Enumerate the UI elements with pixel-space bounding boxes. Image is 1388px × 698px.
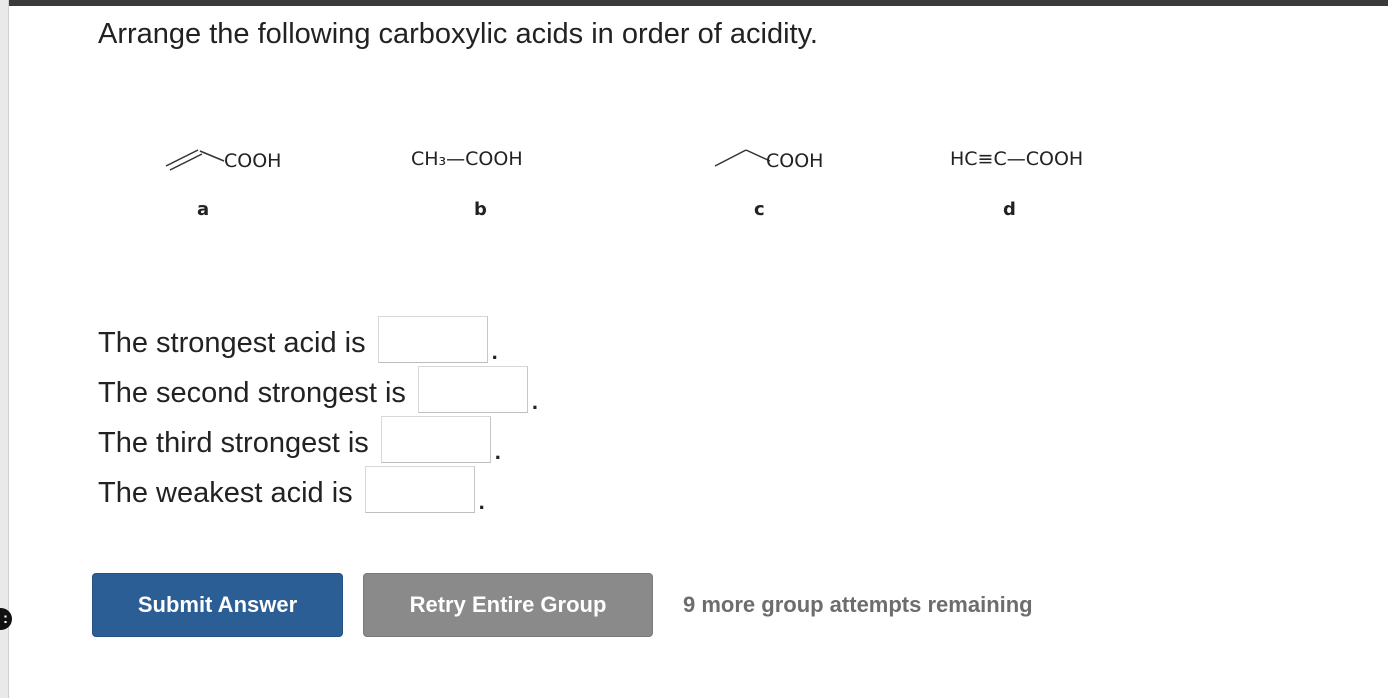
structure-d-letter: d (1003, 199, 1016, 220)
answer-row-strongest: The strongest acid is . (98, 313, 498, 363)
retry-entire-group-button[interactable]: Retry Entire Group (363, 573, 653, 637)
structure-c-formula: COOH (766, 150, 824, 172)
third-strongest-input[interactable] (380, 416, 491, 463)
submit-answer-button[interactable]: Submit Answer (92, 573, 343, 637)
answer-label-strongest: The strongest acid is (98, 327, 366, 359)
period: . (478, 489, 485, 514)
answer-label-weakest: The weakest acid is (98, 477, 353, 509)
answer-row-weakest: The weakest acid is . (98, 463, 485, 513)
structure-a-letter: a (197, 199, 210, 220)
strongest-acid-input[interactable] (377, 316, 488, 363)
structure-b-formula: CH₃—COOH (411, 148, 523, 170)
period: . (531, 389, 539, 414)
weakest-acid-input[interactable] (364, 466, 475, 513)
left-edge-divider (8, 0, 9, 698)
window-top-bar (0, 0, 1388, 6)
left-scroll-edge (0, 0, 8, 698)
period: . (491, 339, 498, 364)
structure-a-drawing (165, 149, 225, 171)
answer-label-second: The second strongest is (98, 377, 406, 409)
question-text: Arrange the following carboxylic acids i… (98, 18, 818, 50)
side-panel-handle-icon[interactable]: : (0, 608, 12, 630)
structure-a-formula: COOH (224, 150, 282, 172)
period: . (494, 439, 501, 464)
structure-c-drawing (714, 149, 771, 167)
second-strongest-input[interactable] (417, 366, 528, 413)
answer-row-third: The third strongest is . (98, 413, 501, 463)
structure-c-letter: c (754, 199, 765, 220)
structure-d-formula: HC≡C—COOH (950, 148, 1084, 170)
structure-b-letter: b (474, 199, 487, 220)
answer-label-third: The third strongest is (98, 427, 369, 459)
attempts-remaining-text: 9 more group attempts remaining (683, 592, 1033, 617)
answer-row-second: The second strongest is . (98, 363, 538, 413)
